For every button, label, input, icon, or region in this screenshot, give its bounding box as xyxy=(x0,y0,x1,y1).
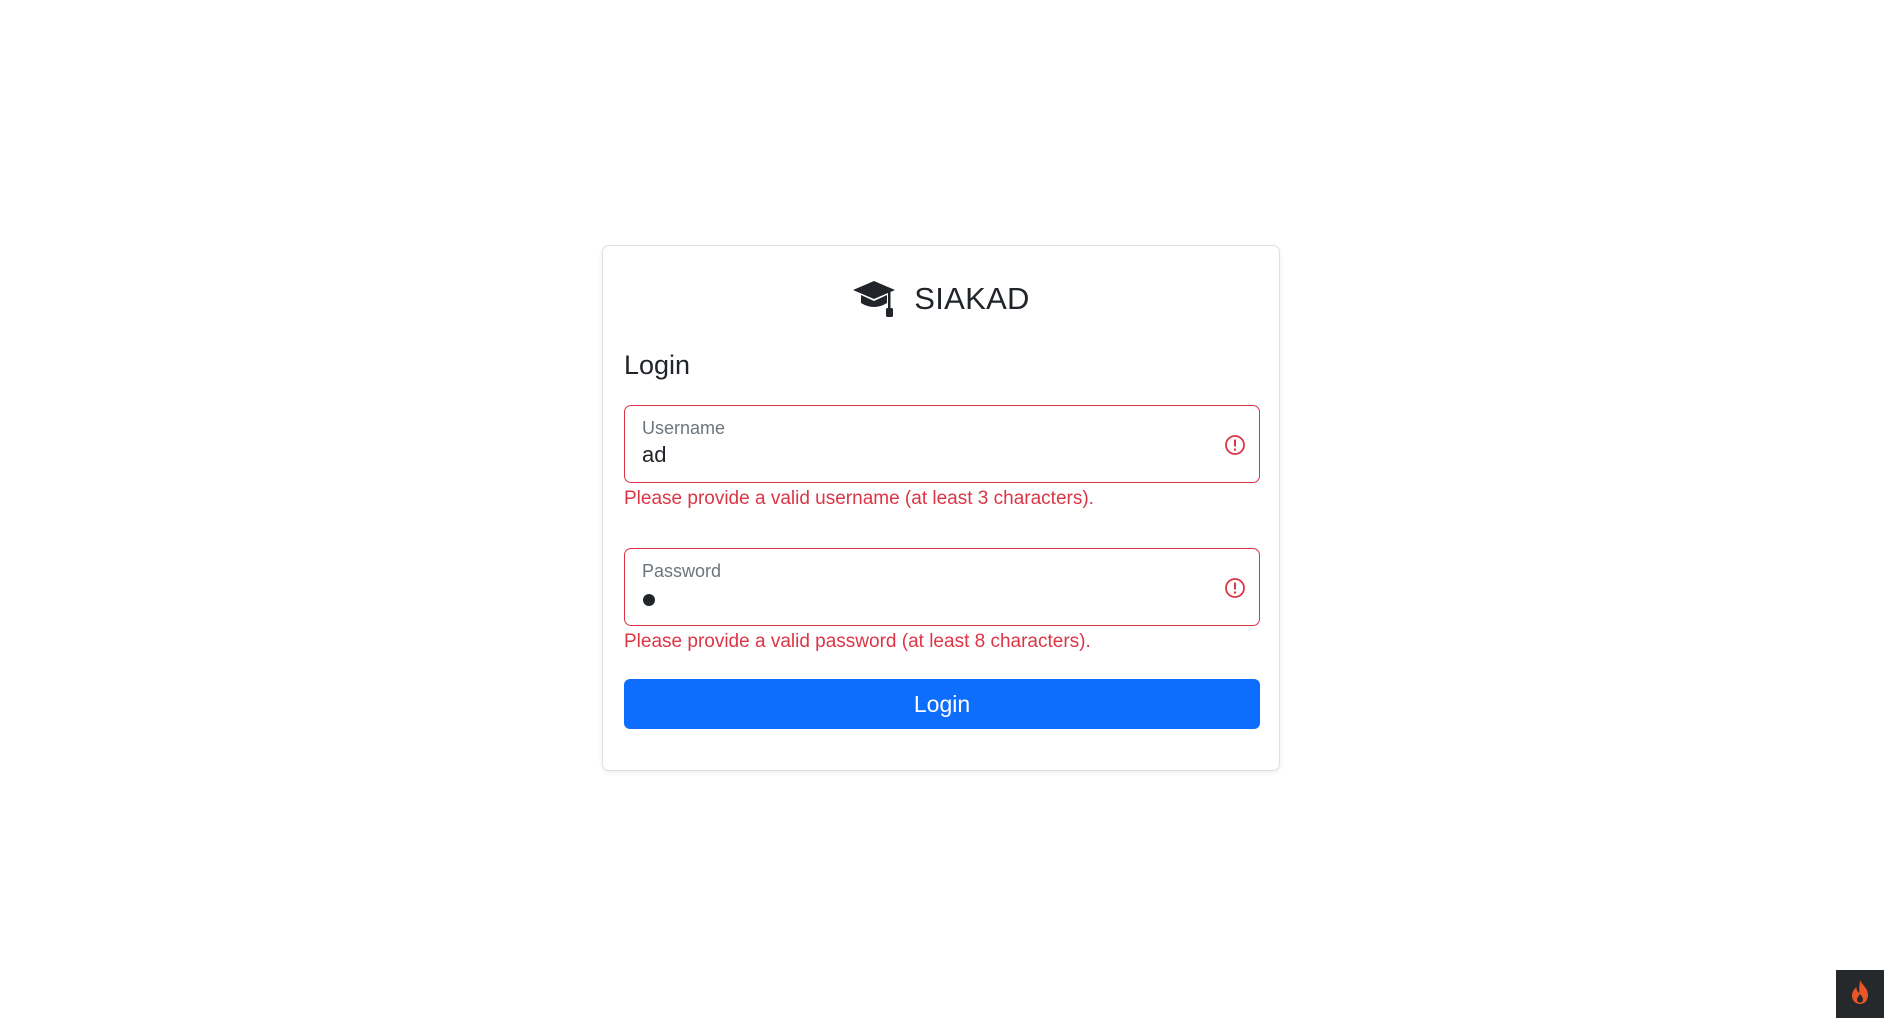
app-title: SIAKAD xyxy=(914,281,1030,316)
login-heading: Login xyxy=(624,350,691,380)
password-label: Password xyxy=(642,561,722,581)
password-field[interactable]: Password xyxy=(624,548,1260,626)
password-mask-dot[interactable] xyxy=(643,594,655,606)
login-button[interactable]: Login xyxy=(624,679,1260,729)
password-error: Please provide a valid password (at leas… xyxy=(624,631,1091,652)
username-label: Username xyxy=(642,418,726,438)
debug-toolbar-toggle[interactable] xyxy=(1836,970,1884,1018)
flame-icon xyxy=(1849,979,1871,1010)
graduation-cap-icon xyxy=(852,279,896,319)
brand: SIAKAD xyxy=(603,277,1279,321)
username-field[interactable]: Username ad xyxy=(624,405,1260,483)
error-icon xyxy=(1225,578,1245,598)
username-input[interactable]: ad xyxy=(642,442,666,468)
login-card: SIAKAD Login Username ad Please provide … xyxy=(602,245,1280,771)
error-icon xyxy=(1225,435,1245,455)
username-error: Please provide a valid username (at leas… xyxy=(624,488,1094,509)
